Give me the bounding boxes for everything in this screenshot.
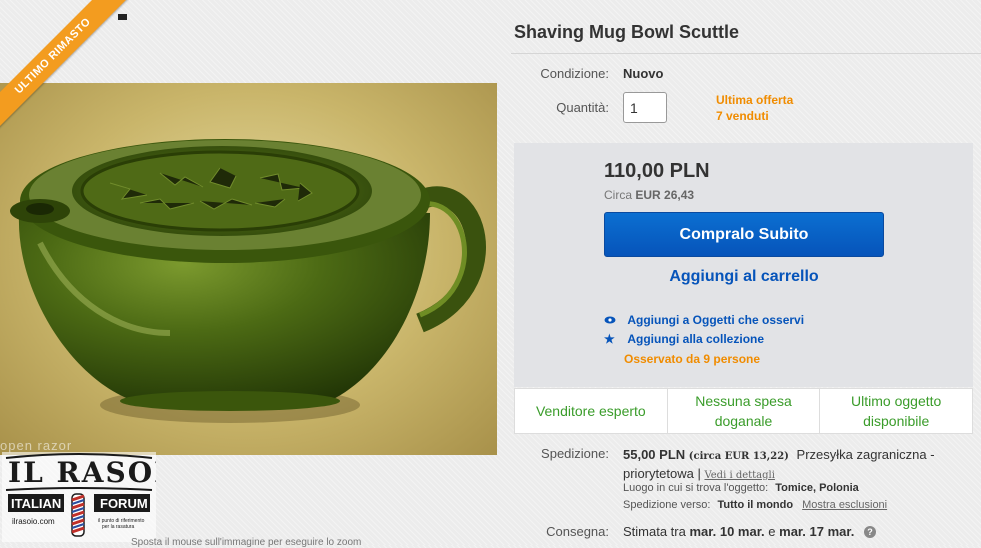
quantity-label: Quantità:: [556, 100, 609, 115]
approx-prefix: Circa: [604, 188, 633, 202]
shipping-separator: |: [697, 466, 701, 481]
svg-text:ITALIAN: ITALIAN: [11, 496, 61, 511]
ships-to-label: Spedizione verso:: [623, 499, 711, 511]
svg-text:per la rasatura: per la rasatura: [102, 524, 134, 530]
ribbon-label: ULTIMO RIMASTO: [0, 0, 129, 130]
zoom-hint: Sposta il mouse sull'immagine per esegui…: [131, 537, 362, 548]
item-location: Luogo in cui si trova l'oggetto: Tomice,…: [623, 482, 859, 494]
listing-title: Shaving Mug Bowl Scuttle: [514, 22, 740, 42]
shipping-method-line1: Przesyłka zagraniczna -: [796, 447, 935, 462]
image-viewer[interactable]: ULTIMO RIMASTO open razor IL RASOIO ITAL…: [0, 0, 500, 548]
shipping-details: 55,00 PLN (circa EUR 13,22) Przesyłka za…: [623, 446, 953, 484]
delivery-date-from: mar. 10 mar.: [689, 524, 765, 539]
location-label: Luogo in cui si trova l'oggetto:: [623, 482, 769, 494]
watchers-count: Osservato da 9 persone: [624, 352, 761, 366]
ships-to: Spedizione verso: Tutto il mondo Mostra …: [623, 499, 887, 511]
svg-text:IL RASOIO: IL RASOIO: [8, 456, 156, 489]
condition-label: Condizione:: [540, 66, 609, 81]
show-exclusions-link[interactable]: Mostra esclusioni: [802, 499, 887, 511]
approx-value: EUR 26,43: [635, 188, 695, 202]
last-offer-note: Ultima offerta: [716, 93, 794, 107]
add-to-cart-button[interactable]: Aggiungi al carrello: [604, 268, 884, 286]
svg-text:FORUM: FORUM: [100, 496, 148, 511]
delivery-prefix: Stimata tra: [623, 524, 686, 539]
forum-logo-graphic: IL RASOIO ITALIAN FORUM ilrasoio.com il …: [2, 452, 194, 542]
il-rasoio-forum-logo: IL RASOIO ITALIAN FORUM ilrasoio.com il …: [2, 452, 194, 542]
purchase-panel: [514, 143, 973, 387]
collection-label: Aggiungi alla collezione: [627, 332, 765, 346]
delivery-estimate: Stimata tra mar. 10 mar. e mar. 17 mar. …: [623, 524, 876, 539]
last-item-ribbon: ULTIMO RIMASTO: [0, 0, 130, 130]
delivery-label: Consegna:: [546, 524, 609, 539]
location-value: Tomice, Polonia: [775, 482, 859, 494]
delivery-date-to: mar. 17 mar.: [779, 524, 855, 539]
svg-text:ilrasoio.com: ilrasoio.com: [12, 517, 55, 526]
feature-last-item: Ultimo oggetto disponibile: [851, 393, 942, 429]
feature-experienced-seller: Venditore esperto: [515, 389, 668, 433]
buy-now-button[interactable]: Compralo Subito: [604, 212, 884, 257]
condition-value: Nuovo: [623, 66, 664, 81]
watchlist-label: Aggiungi a Oggetti che osservi: [627, 313, 805, 327]
approx-price: Circa EUR 26,43: [604, 188, 694, 202]
shipping-details-link[interactable]: Vedi i dettagli: [704, 470, 775, 481]
shaving-mug-photo: [10, 139, 486, 423]
sold-count: 7 venduti: [716, 109, 769, 123]
quantity-input[interactable]: [623, 92, 667, 123]
add-to-collection-link[interactable]: ★ Aggiungi alla collezione: [604, 332, 764, 346]
image-watermark: open razor: [0, 438, 73, 453]
delivery-connector: e: [768, 524, 776, 539]
shipping-approx: (circa EUR 13,22): [688, 451, 789, 462]
feature-no-customs: Nessuna spesa doganale: [668, 389, 821, 433]
shipping-cost: 55,00 PLN: [623, 447, 686, 462]
item-highlights: Venditore esperto Nessuna spesa doganale…: [514, 388, 973, 434]
star-icon: ★: [604, 332, 615, 346]
ribbon-fold: [118, 14, 127, 20]
shipping-label: Spedizione:: [541, 446, 609, 461]
shipping-method-line2: priorytetowa: [623, 466, 694, 481]
ships-to-value: Tutto il mondo: [717, 499, 794, 511]
product-image[interactable]: [0, 83, 497, 455]
item-price: 110,00 PLN: [604, 160, 710, 182]
title-divider: [511, 53, 981, 54]
add-to-watchlist-link[interactable]: Aggiungi a Oggetti che osservi: [604, 313, 804, 327]
help-icon[interactable]: ?: [863, 526, 876, 538]
eye-icon: [604, 313, 618, 327]
